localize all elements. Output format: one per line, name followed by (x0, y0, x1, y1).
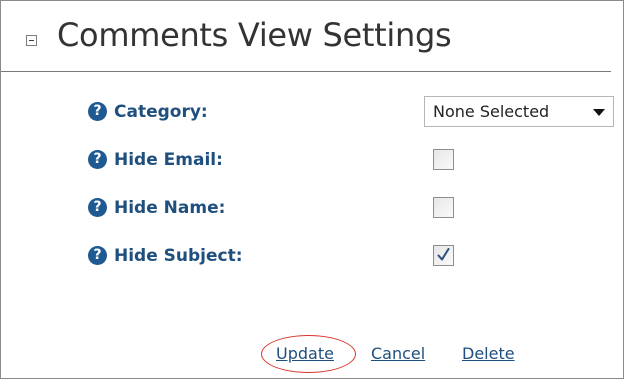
hide-email-row: ? Hide Email: (1, 146, 611, 176)
category-row: ? Category: None Selected (1, 96, 614, 128)
panel-title: Comments View Settings (57, 16, 452, 54)
category-select[interactable]: None Selected (424, 96, 614, 127)
collapse-icon[interactable] (26, 35, 37, 46)
help-icon[interactable]: ? (88, 150, 107, 169)
hide-name-checkbox[interactable] (433, 197, 454, 218)
hide-name-label: Hide Name: (114, 198, 226, 218)
category-select-value: None Selected (433, 102, 550, 121)
help-icon[interactable]: ? (88, 102, 107, 121)
chevron-down-icon (593, 109, 605, 116)
category-label: Category: (114, 102, 208, 122)
hide-subject-row: ? Hide Subject: (1, 242, 611, 272)
checkmark-icon (437, 248, 450, 261)
hide-subject-label: Hide Subject: (114, 246, 243, 266)
help-icon[interactable]: ? (88, 198, 107, 217)
settings-panel: Comments View Settings ? Category: None … (0, 0, 624, 379)
hide-subject-checkbox[interactable] (433, 245, 454, 266)
panel-header: Comments View Settings (1, 1, 611, 72)
action-bar: Update Cancel Delete (1, 344, 611, 364)
hide-email-checkbox[interactable] (433, 149, 454, 170)
hide-email-label: Hide Email: (114, 150, 223, 170)
help-icon[interactable]: ? (88, 246, 107, 265)
cancel-link[interactable]: Cancel (371, 344, 425, 364)
hide-name-row: ? Hide Name: (1, 194, 611, 224)
delete-link[interactable]: Delete (462, 344, 515, 364)
update-link[interactable]: Update (276, 344, 334, 364)
